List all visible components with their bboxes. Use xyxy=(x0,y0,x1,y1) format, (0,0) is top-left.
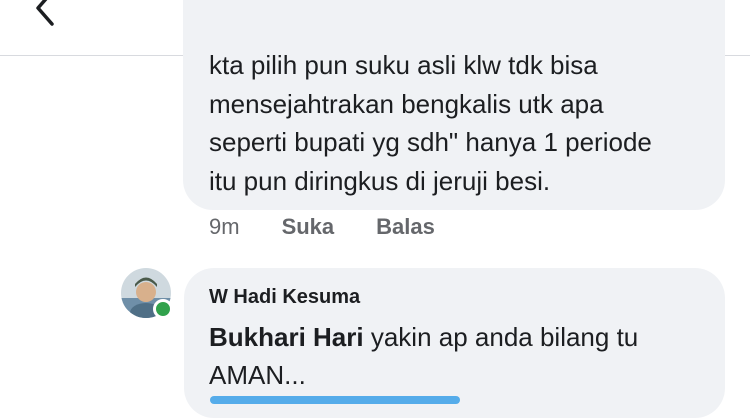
like-button[interactable]: Suka xyxy=(282,214,335,240)
comment-timestamp: 9m xyxy=(209,214,240,239)
comment-text: kta pilih pun suku asli klw tdk bisa men… xyxy=(209,50,652,196)
comment-text: Bukhari Hari yakin ap anda bilang tu AMA… xyxy=(209,318,705,394)
reply-indicator xyxy=(210,396,460,404)
mention-link[interactable]: Bukhari Hari xyxy=(209,322,364,352)
avatar[interactable] xyxy=(121,268,173,319)
reply-button[interactable]: Balas xyxy=(376,214,435,240)
comment-bubble[interactable]: kta pilih pun suku asli klw tdk bisa men… xyxy=(183,0,725,210)
comment-author[interactable]: W Hadi Kesuma xyxy=(209,286,360,309)
comment-actions: 9m Suka Balas xyxy=(209,212,435,242)
online-status-dot xyxy=(153,299,173,319)
